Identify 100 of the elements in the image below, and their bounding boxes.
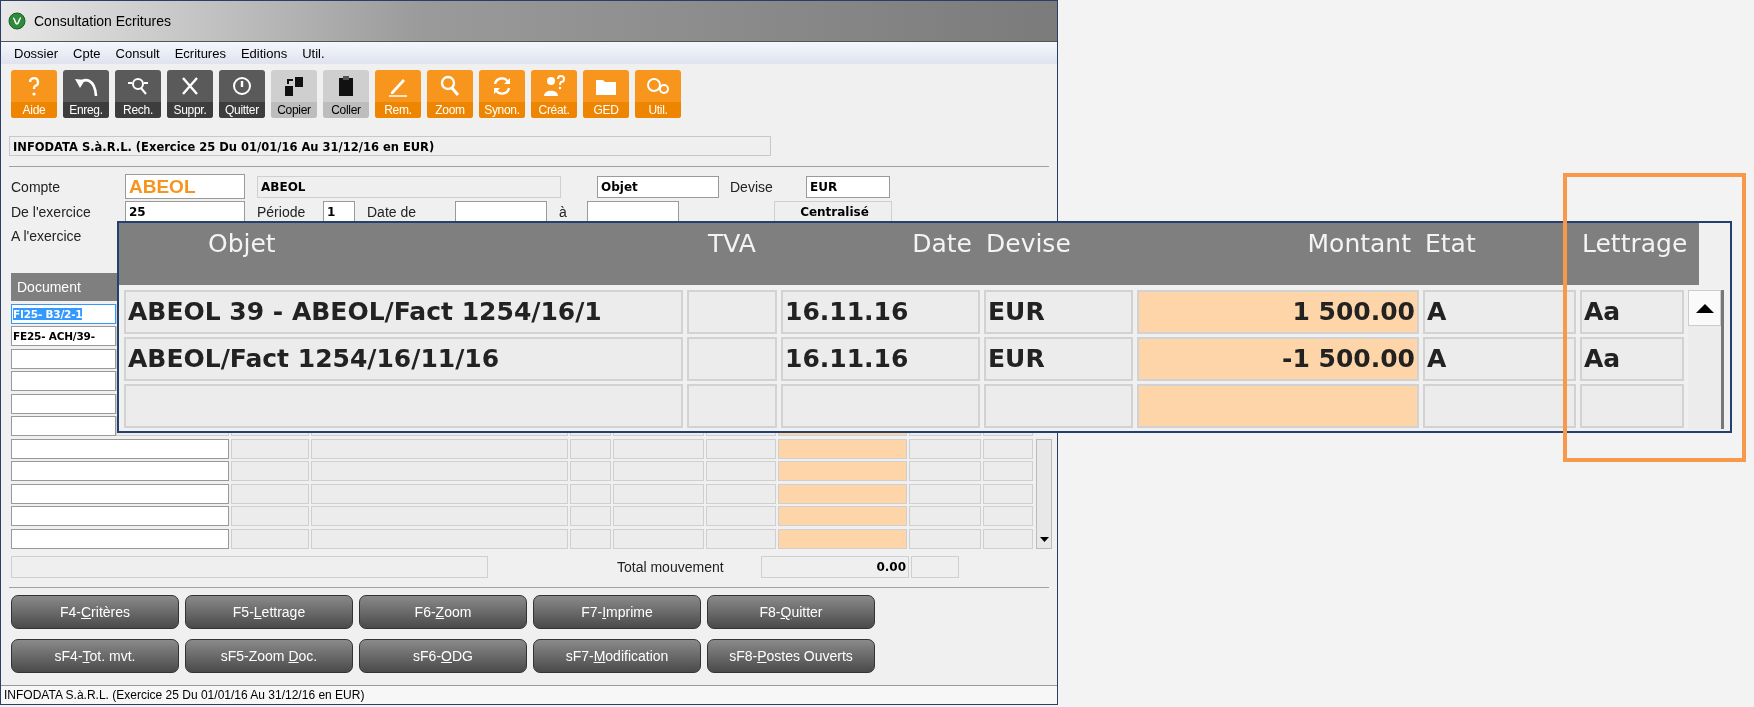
table-cell: 16.11.16: [781, 337, 980, 381]
function-button[interactable]: sF7-Modification: [533, 639, 701, 673]
date-from-field[interactable]: [455, 201, 547, 223]
column-header[interactable]: Etat: [1423, 223, 1576, 285]
document-cell[interactable]: [11, 528, 229, 549]
table-cell: [983, 483, 1033, 504]
table-cell: [983, 461, 1033, 481]
table-cell: [983, 506, 1033, 526]
menu-item[interactable]: Editions: [240, 45, 288, 61]
table-cell: ABEOL 39 - ABEOL/Fact 1254/16/1: [124, 290, 683, 334]
table-cell: [706, 461, 776, 481]
object-field[interactable]: Objet: [597, 175, 719, 198]
toolbar-button[interactable]: Coller: [323, 70, 369, 118]
function-button[interactable]: sF5-Zoom Doc.: [185, 639, 353, 673]
function-button[interactable]: F8-Quitter: [707, 595, 875, 629]
table-cell: [909, 483, 981, 504]
table-cell: [570, 483, 611, 504]
function-button[interactable]: sF4-Tot. mvt.: [11, 639, 179, 673]
document-cell[interactable]: [11, 416, 116, 436]
table-cell: A: [1423, 337, 1576, 381]
table-cell: [909, 461, 981, 481]
person-question-icon: [542, 74, 566, 98]
exercise-field[interactable]: 25: [125, 201, 245, 223]
total-extra-field: [911, 556, 959, 578]
table-cell: [706, 483, 776, 504]
column-header[interactable]: Devise: [984, 223, 1133, 285]
period-field[interactable]: 1: [323, 201, 355, 223]
menu-item[interactable]: Cpte: [73, 45, 101, 61]
document-cell[interactable]: [11, 393, 116, 414]
column-header[interactable]: Montant: [1137, 223, 1419, 285]
date-to-field[interactable]: [587, 201, 679, 223]
centralized-field: Centralisé: [774, 201, 892, 223]
column-header[interactable]: Date: [781, 223, 980, 285]
column-header[interactable]: Lettrage: [1580, 223, 1684, 285]
scrollbar[interactable]: [1688, 290, 1724, 429]
toolbar-button[interactable]: Enreg.: [63, 70, 109, 118]
company-info-field: INFODATA S.à.R.L. (Exercice 25 Du 01/01/16 Au 31/12/16 en EUR): [9, 136, 771, 156]
window-title: Consultation Ecritures: [34, 13, 171, 29]
power-icon: [230, 74, 254, 98]
field-label: Compte: [11, 178, 62, 195]
document-cell[interactable]: [11, 348, 116, 369]
table-cell: A: [1423, 290, 1576, 334]
table-cell: 16.11.16: [781, 290, 980, 334]
copy-arrow-icon: [282, 74, 306, 98]
field-label: Date de: [367, 204, 418, 220]
scrollbar[interactable]: [1036, 439, 1052, 549]
table-cell: ABEOL/Fact 1254/16/11/16: [124, 337, 683, 381]
toolbar-button[interactable]: Suppr.: [167, 70, 213, 118]
currency-field[interactable]: EUR: [806, 175, 890, 198]
function-button[interactable]: sF8-Postes Ouverts: [707, 639, 875, 673]
field-label: Période: [257, 204, 307, 220]
document-cell[interactable]: [11, 461, 229, 481]
table-cell: [706, 438, 776, 459]
total-value-field: 0.00: [761, 556, 909, 578]
table-cell: [909, 506, 981, 526]
column-header[interactable]: TVA: [687, 223, 777, 285]
menu-item[interactable]: Util.: [302, 45, 325, 61]
table-cell: [570, 461, 611, 481]
document-cell[interactable]: [11, 438, 229, 459]
column-header[interactable]: Objet: [124, 223, 683, 285]
table-cell: Aa: [1580, 290, 1684, 334]
triangle-up-icon: [1695, 303, 1714, 313]
table-cell: Aa: [1580, 337, 1684, 381]
document-cell[interactable]: [11, 371, 116, 391]
menu-item[interactable]: Consult: [115, 45, 160, 61]
table-cell: [706, 506, 776, 526]
toolbar-button[interactable]: Rech.: [115, 70, 161, 118]
total-label: Total mouvement: [617, 559, 725, 575]
function-button[interactable]: F4-Critères: [11, 595, 179, 629]
magnifier-icon: [438, 74, 462, 98]
status-bar: INFODATA S.à.R.L. (Exercice 25 Du 01/01/16 Au 31/12/16 en EUR): [1, 685, 1057, 704]
function-button[interactable]: F7-Imprime: [533, 595, 701, 629]
field-label: Devise: [730, 178, 774, 195]
table-cell: 1 500.00: [1137, 290, 1419, 334]
function-button[interactable]: F6-Zoom: [359, 595, 527, 629]
table-cell: [909, 438, 981, 459]
table-cell: EUR: [984, 337, 1133, 381]
account-name-field: ABEOL: [257, 175, 561, 198]
menu-item[interactable]: Dossier: [14, 45, 59, 61]
toolbar-button[interactable]: Quitter: [219, 70, 265, 118]
app-logo-icon: [8, 12, 26, 30]
toolbar-button[interactable]: Copier: [271, 70, 317, 118]
document-cell[interactable]: [11, 506, 229, 526]
field-label: A l'exercice: [11, 228, 83, 244]
table-cell: -1 500.00: [1137, 337, 1419, 381]
document-cell[interactable]: FE25- ACH/39-: [11, 326, 116, 346]
table-cell: [570, 506, 611, 526]
column-header[interactable]: Document: [11, 273, 116, 301]
table-cell: [570, 438, 611, 459]
menu-item[interactable]: Ecritures: [174, 45, 226, 61]
field-label: à: [559, 204, 568, 220]
document-cell[interactable]: FI25- B3/2-1: [11, 303, 116, 324]
table-cell: [983, 438, 1033, 459]
document-cell[interactable]: [11, 483, 229, 504]
scroll-up-button[interactable]: [1688, 290, 1721, 326]
function-button[interactable]: F5-Lettrage: [185, 595, 353, 629]
table-cell: EUR: [984, 290, 1133, 334]
scroll-down-icon[interactable]: [1039, 537, 1049, 542]
field-label: De l'exercice: [11, 204, 92, 220]
function-button[interactable]: sF6-ODG: [359, 639, 527, 673]
